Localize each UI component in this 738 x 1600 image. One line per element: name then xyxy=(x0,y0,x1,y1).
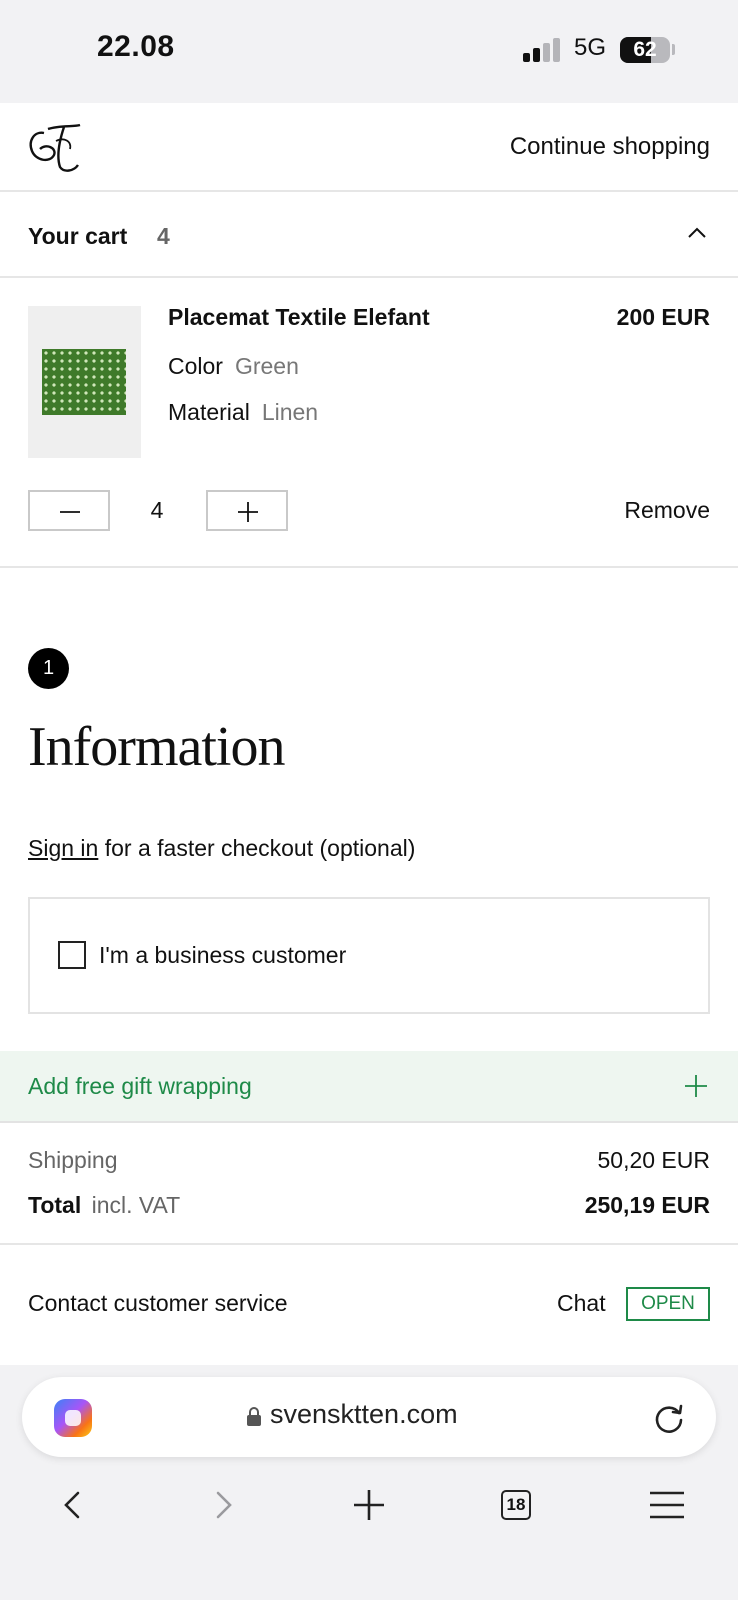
address-bar[interactable]: svensktten.com xyxy=(22,1377,716,1457)
lock-icon xyxy=(247,1407,261,1426)
attribute-key: Material xyxy=(168,399,250,425)
total-label-text: Total xyxy=(28,1192,82,1218)
browser-nav-row: 18 xyxy=(0,1475,738,1535)
total-label: Total incl. VAT xyxy=(28,1192,180,1219)
cart-title: Your cart xyxy=(28,223,128,249)
contact-customer-service-link[interactable]: Contact customer service xyxy=(28,1290,287,1317)
tabs-button[interactable]: 18 xyxy=(486,1475,546,1535)
menu-button[interactable] xyxy=(635,1475,695,1535)
quantity-value: 4 xyxy=(150,497,164,523)
new-tab-button[interactable] xyxy=(339,1475,399,1535)
status-bar: 22.08 5G 62 xyxy=(0,0,738,103)
back-icon xyxy=(64,1491,80,1519)
minus-icon xyxy=(60,511,80,513)
product-attribute-color: Color Green xyxy=(168,353,299,380)
cart-count: 4 xyxy=(157,223,170,249)
product-image[interactable] xyxy=(28,306,141,458)
signin-suffix: for a faster checkout (optional) xyxy=(98,835,416,861)
business-customer-checkbox[interactable] xyxy=(58,941,86,969)
status-time: 22.08 xyxy=(97,30,175,63)
business-customer-box[interactable]: I'm a business customer xyxy=(28,897,710,1014)
forward-icon xyxy=(216,1491,232,1519)
shipping-label: Shipping xyxy=(28,1147,118,1173)
forward-button[interactable] xyxy=(193,1475,253,1535)
product-price: 200 EUR xyxy=(616,304,710,330)
attribute-key: Color xyxy=(168,353,223,379)
attribute-value: Green xyxy=(234,353,299,379)
section-title: Information xyxy=(28,716,285,778)
back-button[interactable] xyxy=(43,1475,103,1535)
plus-icon xyxy=(238,502,258,522)
step-number-badge: 1 xyxy=(28,648,69,689)
chevron-up-icon[interactable] xyxy=(686,222,708,244)
new-tab-icon xyxy=(354,1490,384,1520)
reload-icon[interactable] xyxy=(652,1401,686,1435)
battery-tip xyxy=(672,44,675,55)
cart-item: Placemat Textile Elefant 200 EUR Color Gr… xyxy=(0,278,738,568)
signin-prompt: Sign in for a faster checkout (optional) xyxy=(28,835,415,862)
increase-quantity-button[interactable] xyxy=(206,490,288,531)
total-value: 250,19 EUR xyxy=(584,1192,710,1218)
product-attribute-material: Material Linen xyxy=(168,399,318,426)
customer-service-row: Contact customer service Chat OPEN xyxy=(0,1245,738,1365)
sign-in-link[interactable]: Sign in xyxy=(28,835,98,861)
remove-item-button[interactable]: Remove xyxy=(624,497,710,524)
gift-wrapping-label: Add free gift wrapping xyxy=(28,1073,252,1099)
tabs-icon: 18 xyxy=(501,1490,531,1520)
network-type: 5G xyxy=(574,34,607,61)
placemat-image xyxy=(42,349,126,415)
order-totals: Shipping 50,20 EUR Total incl. VAT 250,1… xyxy=(0,1123,738,1245)
chat-link[interactable]: Chat xyxy=(557,1290,606,1317)
shipping-value: 50,20 EUR xyxy=(597,1147,710,1173)
cart-summary-toggle[interactable]: Your cart 4 xyxy=(0,192,738,278)
menu-icon xyxy=(650,1491,684,1519)
site-header: Continue shopping xyxy=(0,103,738,192)
plus-icon[interactable] xyxy=(684,1074,708,1098)
attribute-value: Linen xyxy=(261,399,319,425)
product-name[interactable]: Placemat Textile Elefant xyxy=(168,304,430,331)
checkout-page: Continue shopping Your cart 4 Placemat T… xyxy=(0,103,738,1365)
copilot-icon[interactable] xyxy=(54,1399,92,1437)
continue-shopping-link[interactable]: Continue shopping xyxy=(510,133,710,161)
chat-status-badge: OPEN xyxy=(626,1287,710,1321)
gift-wrapping-toggle[interactable]: Add free gift wrapping xyxy=(0,1051,738,1123)
url-text[interactable]: svensktten.com xyxy=(270,1399,458,1430)
logo-icon[interactable] xyxy=(26,121,84,175)
business-customer-label[interactable]: I'm a business customer xyxy=(99,942,346,969)
browser-toolbar: svensktten.com 18 xyxy=(0,1365,738,1600)
battery-icon: 62 xyxy=(620,37,670,63)
battery-level: 62 xyxy=(633,38,657,61)
total-vat-note: incl. VAT xyxy=(91,1192,181,1218)
signal-icon xyxy=(523,38,563,62)
decrease-quantity-button[interactable] xyxy=(28,490,110,531)
